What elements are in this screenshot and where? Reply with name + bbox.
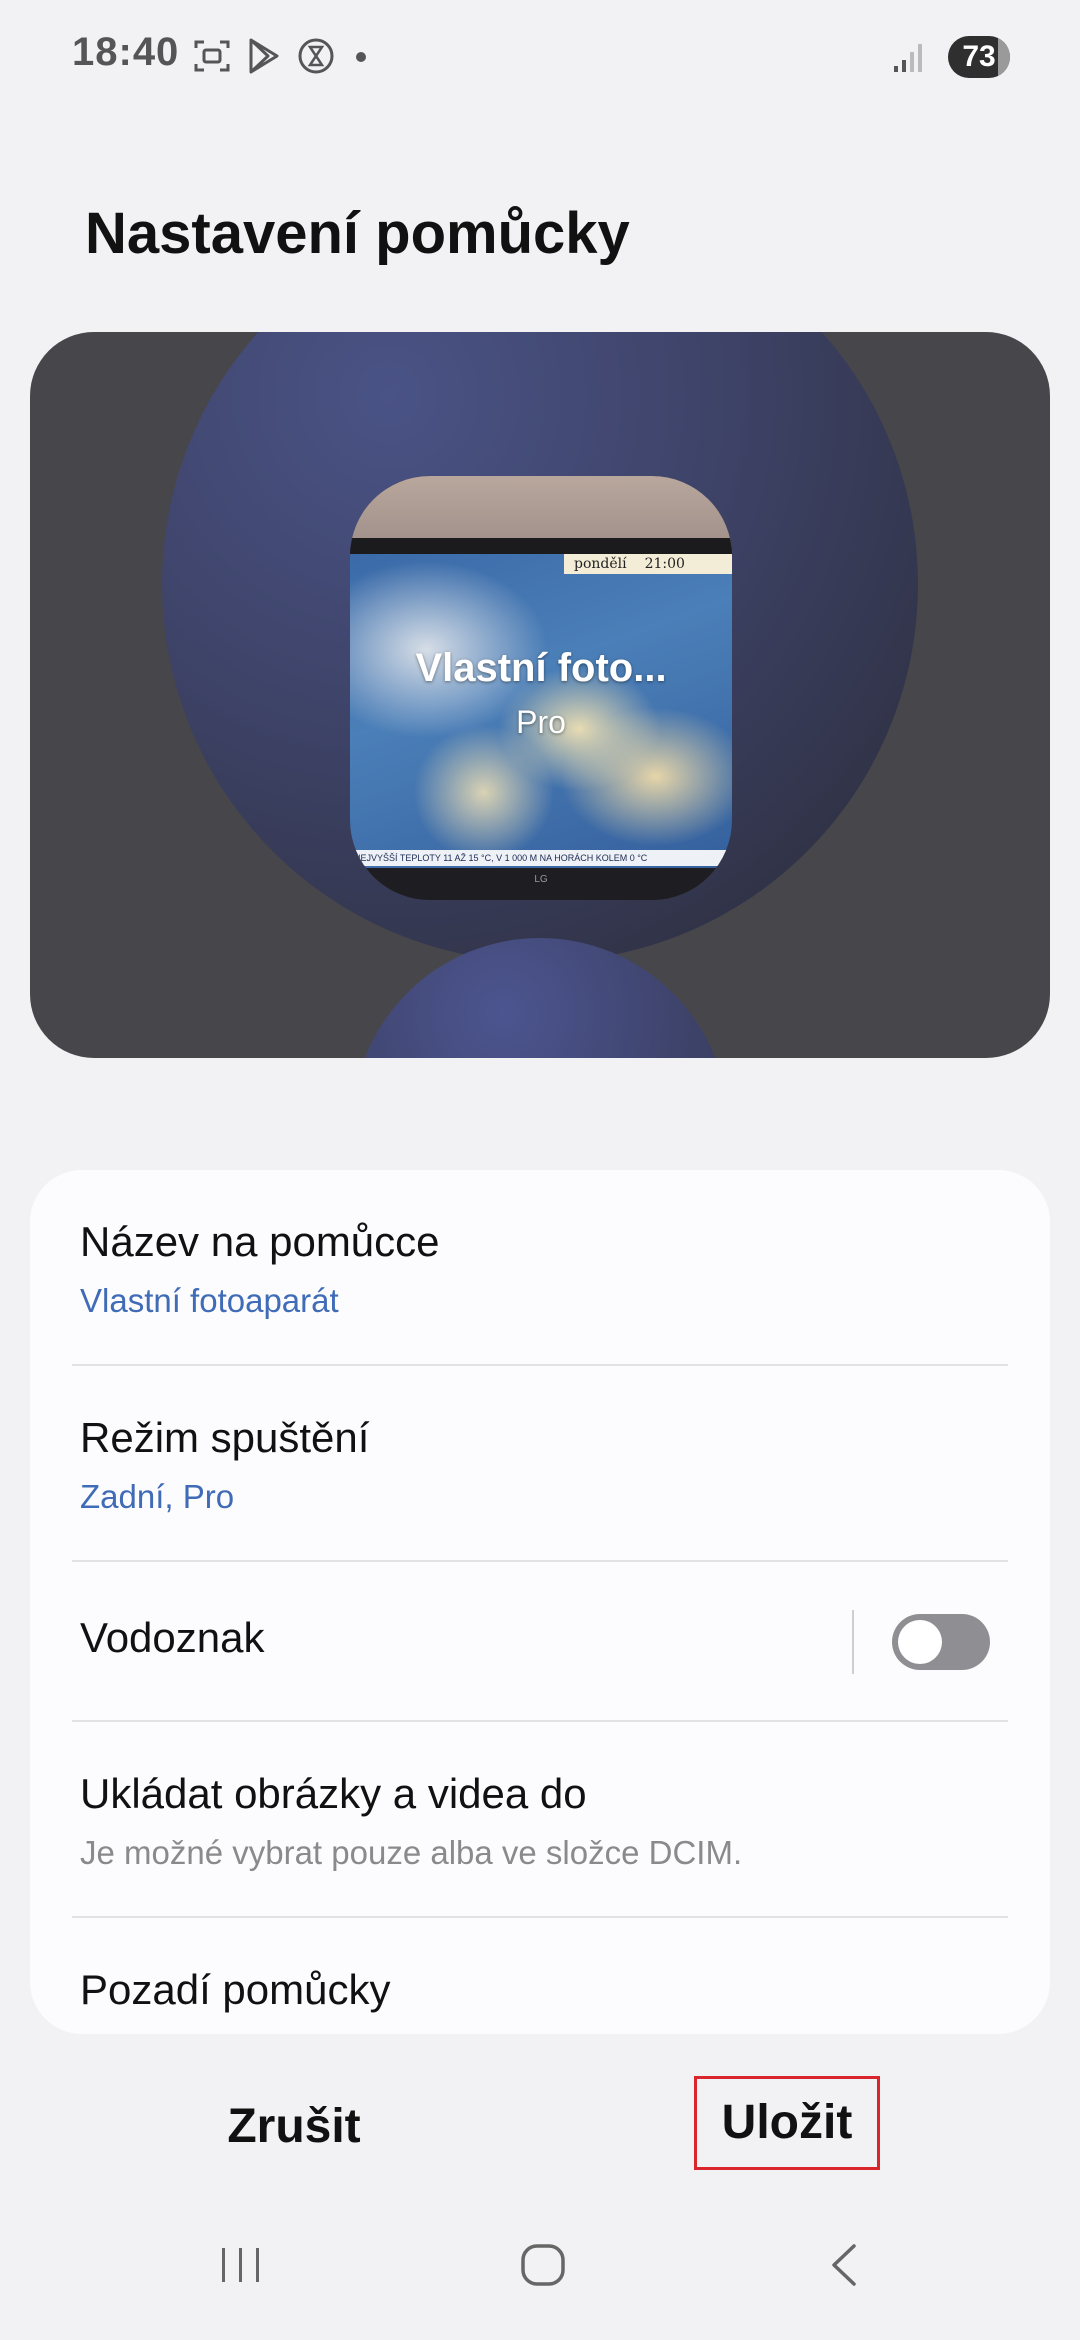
status-bar: 18:40 73 — [0, 0, 1080, 120]
photo-tv-header: pondělí 21:00 — [564, 554, 732, 574]
photo-tv-time: 21:00 — [644, 556, 685, 572]
notification-dot-icon — [356, 52, 366, 62]
battery-level: 73 — [962, 40, 996, 73]
status-icons-left — [192, 36, 372, 76]
hourglass-timer-icon — [298, 38, 334, 74]
page-title: Nastavení pomůcky — [85, 201, 630, 266]
recents-icon[interactable] — [216, 2240, 266, 2290]
setting-label: Režim spuštění — [80, 1414, 370, 1461]
battery-icon: 73 — [948, 36, 1010, 78]
setting-save-location[interactable]: Ukládat obrázky a videa do Je možné vybr… — [30, 1722, 1050, 1918]
status-time: 18:40 — [72, 30, 180, 74]
widget-tile[interactable]: pondělí 21:00 NEJVYŠŠÍ TEPLOTY 11 AŽ 15 … — [350, 476, 732, 900]
toggle-separator — [852, 1610, 854, 1674]
setting-value: Vlastní fotoaparát — [80, 1282, 339, 1319]
setting-label: Název na pomůcce — [80, 1218, 440, 1265]
photo-tv-day: pondělí — [574, 556, 627, 572]
watermark-toggle[interactable] — [892, 1614, 990, 1670]
status-icons-right: 73 — [892, 36, 1010, 78]
screenshot-icon — [194, 40, 230, 72]
widget-subtitle: Pro — [516, 704, 566, 740]
signal-icon — [894, 44, 922, 72]
photo-tv-brand: LG — [534, 874, 548, 885]
toggle-knob — [898, 1620, 942, 1664]
widget-preview: pondělí 21:00 NEJVYŠŠÍ TEPLOTY 11 AŽ 15 … — [30, 332, 1050, 1058]
setting-label: Ukládat obrázky a videa do — [80, 1770, 587, 1817]
photo-tv-ticker: NEJVYŠŠÍ TEPLOTY 11 AŽ 15 °C, V 1 000 M … — [350, 850, 732, 866]
photo-ceiling — [350, 476, 732, 546]
home-icon[interactable] — [518, 2240, 568, 2290]
back-icon[interactable] — [820, 2240, 870, 2290]
setting-launch-mode[interactable]: Režim spuštění Zadní, Pro — [30, 1366, 1050, 1562]
navigation-bar — [0, 2220, 1080, 2320]
setting-widget-background[interactable]: Pozadí pomůcky — [30, 1918, 1050, 2034]
setting-hint: Je možné vybrat pouze alba ve složce DCI… — [80, 1834, 743, 1871]
play-store-icon — [249, 38, 279, 74]
preview-background-circle-small — [352, 938, 728, 1058]
save-button[interactable]: Uložit — [694, 2076, 880, 2170]
settings-card: Název na pomůcce Vlastní fotoaparát Reži… — [30, 1170, 1050, 2034]
widget-title: Vlastní foto... — [415, 646, 667, 690]
cancel-button[interactable]: Zrušit — [178, 2094, 410, 2160]
setting-label: Pozadí pomůcky — [80, 1966, 391, 2013]
setting-value: Zadní, Pro — [80, 1478, 235, 1515]
setting-label: Vodoznak — [80, 1614, 265, 1661]
setting-widget-name[interactable]: Název na pomůcce Vlastní fotoaparát — [30, 1170, 1050, 1366]
